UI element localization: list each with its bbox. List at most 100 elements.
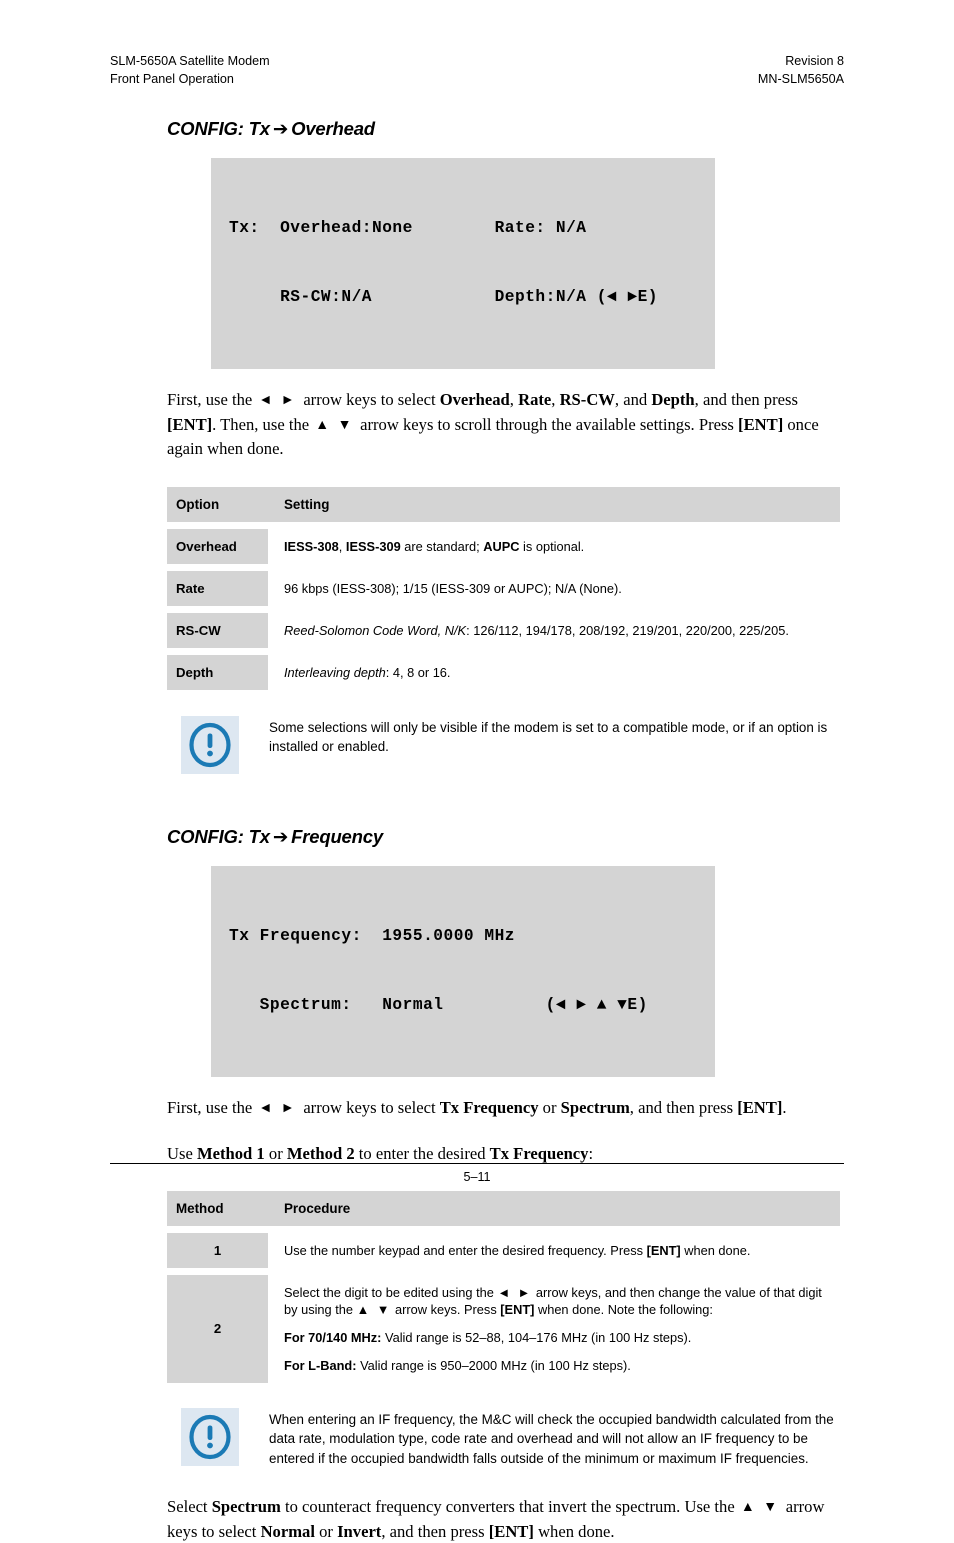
emphasis-tx-frequency: Tx Frequency: [439, 1097, 539, 1117]
header-revision: Revision 8: [785, 54, 844, 68]
heading-prefix: CONFIG: Tx: [167, 825, 270, 847]
emphasis-ent-key: [ENT]: [488, 1521, 534, 1541]
footer-page-number: 5–11: [463, 1170, 491, 1184]
cell-gap: [268, 570, 275, 606]
lcd-line-1: Tx Frequency: 1955.0000 MHz: [229, 926, 515, 945]
text-run: Valid range is 52–88, 104–176 MHz (in 10…: [381, 1329, 692, 1345]
cell-paragraph: Select the digit to be edited using the …: [284, 1284, 834, 1318]
emphasis-spectrum: Spectrum: [560, 1097, 630, 1117]
row-label-rate: Rate: [167, 570, 268, 606]
cell-gap: [268, 612, 275, 648]
heading-prefix: CONFIG: Tx: [167, 118, 270, 139]
table-row: RS-CW Reed-Solomon Code Word, N/K: 126/1…: [167, 612, 840, 648]
table-row: Depth Interleaving depth: 4, 8 or 16.: [167, 654, 840, 690]
text-run: or: [542, 1097, 557, 1117]
emphasis-rscw: RS-CW: [559, 390, 615, 409]
header-right: Revision 8 MN-SLM5650A: [758, 52, 844, 88]
text-run: [ENT]: [646, 1242, 681, 1258]
section-heading-frequency: CONFIG: Tx ➔ Frequency: [167, 826, 844, 848]
text-run: Use the number keypad and enter the desi…: [284, 1242, 647, 1258]
cell-gap: [268, 1232, 275, 1268]
emphasis-depth: Depth: [651, 390, 695, 409]
text-run: to enter the desired: [358, 1144, 486, 1163]
text-run: : 126/112, 194/178, 208/192, 219/201, 22…: [466, 622, 789, 638]
text-run: ,: [551, 390, 556, 409]
text-run: arrow keys to select: [303, 1097, 436, 1117]
text-run: arrow keys. Press: [391, 1301, 501, 1317]
spacer-cell: [167, 1267, 840, 1275]
note-box-frequency: When entering an IF frequency, the M&C w…: [167, 1407, 844, 1469]
text-run: or: [268, 1144, 283, 1163]
text-run: For L-Band:: [284, 1357, 357, 1373]
table-body: Method Procedure 1 Use the number keypad…: [167, 1190, 840, 1383]
text-run: ,: [509, 390, 514, 409]
table-row: 1 Use the number keypad and enter the de…: [167, 1232, 840, 1268]
row-value-overhead: IESS-308, IESS-309 are standard; AUPC is…: [275, 528, 840, 564]
text-run: arrow keys to select: [303, 390, 436, 409]
header-chapter-name: Front Panel Operation: [110, 72, 234, 86]
emphasis-invert: Invert: [337, 1521, 382, 1541]
text-run: Use: [167, 1144, 193, 1163]
text-run: , and then press: [694, 390, 798, 409]
emphasis-spectrum: Spectrum: [211, 1497, 281, 1516]
text-run: 96 kbps (IESS-308); 1/15 (IESS-309 or AU…: [284, 580, 622, 596]
text-run: .: [782, 1097, 787, 1117]
text-run: ,: [338, 538, 346, 554]
emphasis-method-1: Method 1: [196, 1144, 265, 1163]
running-header: SLM-5650A Satellite Modem Front Panel Op…: [110, 52, 844, 88]
text-run: is optional.: [519, 538, 585, 554]
spacer-cell: [167, 1225, 840, 1233]
header-left: SLM-5650A Satellite Modem Front Panel Op…: [110, 52, 270, 88]
row-procedure-method-2: Select the digit to be edited using the …: [275, 1274, 840, 1383]
right-arrow-icon: ➔: [272, 825, 289, 847]
row-label-method-1: 1: [167, 1232, 268, 1268]
text-run: Interleaving depth: [284, 664, 386, 680]
header-gap: [268, 1190, 275, 1226]
header-document-number: MN-SLM5650A: [757, 72, 844, 86]
row-value-rscw: Reed-Solomon Code Word, N/K: 126/112, 19…: [275, 612, 840, 648]
column-header-option: Option: [167, 486, 268, 522]
text-run: IESS-309: [345, 538, 401, 554]
text-run: ◄ ►: [497, 1284, 533, 1300]
section-heading-overhead: CONFIG: Tx ➔ Overhead: [167, 118, 844, 140]
lcd-line-1: Tx: Overhead:None Rate: N/A: [229, 219, 587, 237]
left-right-arrow-keys-icon: ◄ ►: [258, 393, 298, 408]
table-row: Overhead IESS-308, IESS-309 are standard…: [167, 528, 840, 564]
column-header-setting: Setting: [275, 486, 840, 522]
row-value-rate: 96 kbps (IESS-308); 1/15 (IESS-309 or AU…: [275, 570, 840, 606]
cell-gap: [268, 654, 275, 690]
emphasis-ent-key: [ENT]: [738, 414, 784, 434]
left-right-arrow-keys-icon: ◄ ►: [258, 1100, 298, 1116]
text-run: Select the digit to be edited using the: [284, 1284, 498, 1300]
emphasis-ent-key: [ENT]: [167, 414, 213, 434]
cell-paragraph: IESS-308, IESS-309 are standard; AUPC is…: [284, 538, 834, 555]
cell-paragraph: For L-Band: Valid range is 950–2000 MHz …: [284, 1357, 834, 1374]
cell-paragraph: Use the number keypad and enter the desi…: [284, 1242, 834, 1259]
spacer-cell: [167, 647, 840, 655]
row-label-method-2: 2: [167, 1274, 268, 1383]
emphasis-rate: Rate: [518, 390, 552, 409]
row-spacer: [167, 1225, 840, 1233]
note-text-overhead: Some selections will only be visible if …: [269, 719, 828, 755]
emphasis-ent-key: [ENT]: [737, 1097, 783, 1117]
table-frequency-methods: Method Procedure 1 Use the number keypad…: [167, 1190, 840, 1383]
document-page: SLM-5650A Satellite Modem Front Panel Op…: [0, 0, 954, 1541]
row-spacer: [167, 521, 840, 529]
footer-rule: [110, 1163, 844, 1164]
text-run: AUPC: [483, 538, 520, 554]
text-run: ▲ ▼: [356, 1301, 392, 1317]
table-body: Option Setting Overhead IESS-308, IESS-3…: [167, 486, 840, 690]
lcd-line-2: RS-CW:N/A Depth:N/A (◄ ►E): [229, 288, 658, 306]
text-run: Select: [167, 1497, 208, 1516]
cell-paragraph: 96 kbps (IESS-308); 1/15 (IESS-309 or AU…: [284, 580, 834, 597]
text-run: arrow keys to scroll through the availab…: [360, 414, 734, 434]
lcd-line-2: Spectrum: Normal (◄ ► ▲ ▼E): [229, 995, 648, 1014]
column-header-procedure: Procedure: [275, 1190, 840, 1226]
lcd-display-frequency: Tx Frequency: 1955.0000 MHz Spectrum: No…: [211, 865, 715, 1077]
text-run: : 4, 8 or 16.: [385, 664, 451, 680]
exclamation-circle-icon: [181, 715, 239, 774]
text-run: :: [588, 1144, 594, 1163]
row-spacer: [167, 563, 840, 571]
text-run: when done.: [680, 1242, 751, 1258]
text-run: First, use the: [167, 390, 253, 409]
